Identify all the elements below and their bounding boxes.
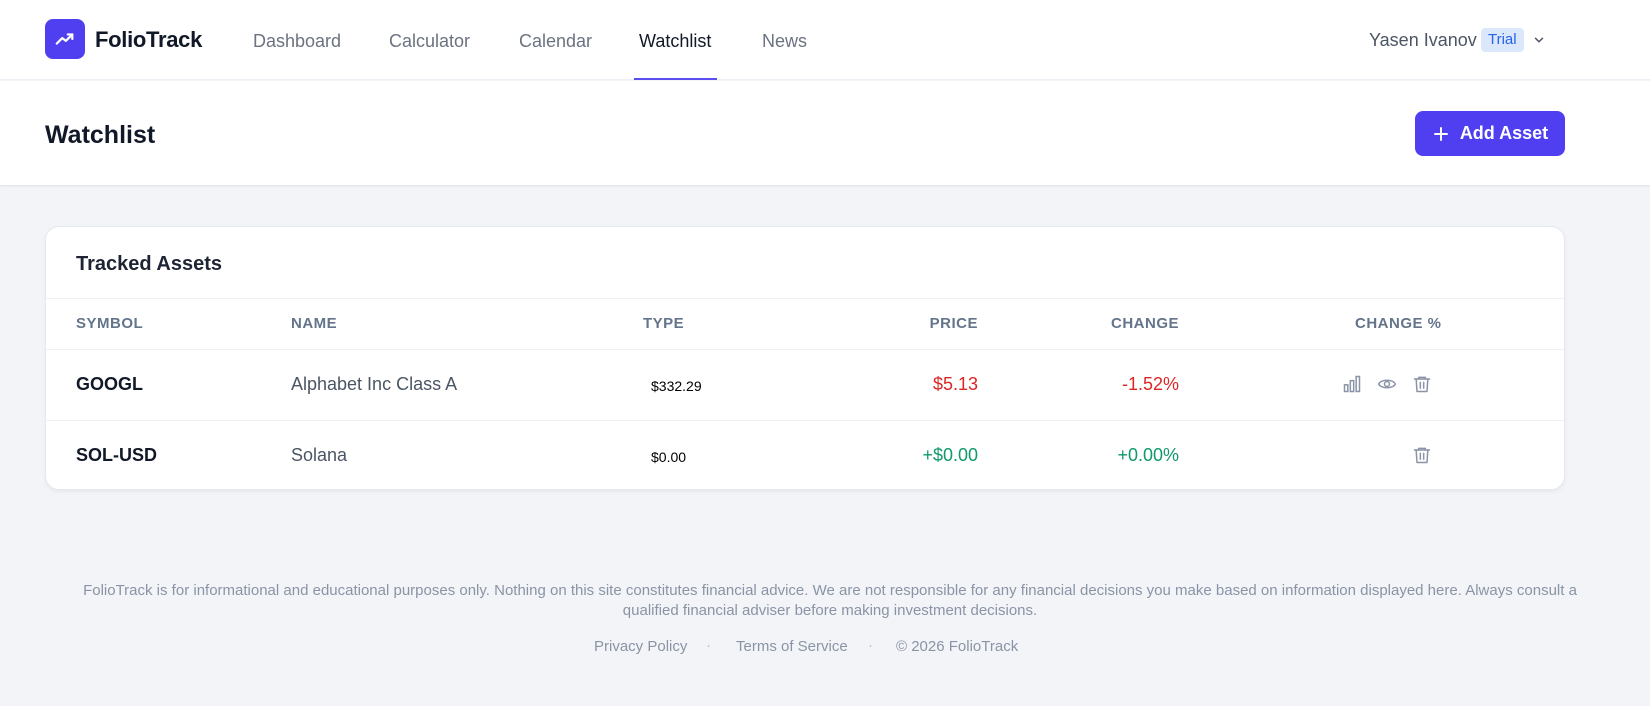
table-row[interactable]: GOOGL Alphabet Inc Class A $332.29 $5.13… xyxy=(46,349,1564,420)
page-title: Watchlist xyxy=(45,121,156,149)
terms-of-service-link[interactable]: Terms of Service xyxy=(736,638,848,655)
eye-icon[interactable] xyxy=(1377,374,1397,394)
nav-news[interactable]: News xyxy=(762,31,807,52)
brand-name[interactable]: FolioTrack xyxy=(95,27,202,53)
change-cell: +0.00% xyxy=(1117,445,1179,465)
symbol-cell: GOOGL xyxy=(76,374,143,394)
disclaimer-line: qualified financial adviser before makin… xyxy=(622,602,1038,619)
column-header-type[interactable]: TYPE xyxy=(643,315,684,332)
price-cell: +$0.00 xyxy=(922,445,978,465)
price-cell: $5.13 xyxy=(932,374,978,394)
card-title: Tracked Assets xyxy=(76,253,223,275)
column-header-price[interactable]: PRICE xyxy=(846,315,978,332)
column-header-change[interactable]: CHANGE xyxy=(1046,315,1179,332)
nav-calendar[interactable]: Calendar xyxy=(519,31,592,52)
plus-icon xyxy=(1433,126,1448,141)
trial-badge: Trial xyxy=(1481,28,1524,52)
name-cell: Alphabet Inc Class A xyxy=(291,374,458,394)
name-cell: Solana xyxy=(291,445,348,465)
copyright: © 2026 FolioTrack xyxy=(896,638,1019,655)
trend-up-icon xyxy=(55,33,74,45)
trash-icon[interactable] xyxy=(1412,445,1432,465)
footer-separator: · xyxy=(868,637,873,654)
add-asset-label: Add Asset xyxy=(1459,123,1549,143)
nav-calculator[interactable]: Calculator xyxy=(389,31,470,52)
chevron-down-icon[interactable] xyxy=(1532,33,1546,47)
app-logo[interactable] xyxy=(45,19,85,59)
column-header-change-percent[interactable]: CHANGE % xyxy=(1355,315,1442,332)
privacy-policy-link[interactable]: Privacy Policy xyxy=(594,638,687,655)
type-cell: $0.00 xyxy=(651,449,687,465)
trash-icon[interactable] xyxy=(1412,374,1432,394)
footer-separator: · xyxy=(706,637,711,654)
disclaimer: FolioTrack is for informational and educ… xyxy=(50,581,1610,621)
user-name[interactable]: Yasen Ivanov xyxy=(1369,30,1477,51)
top-navigation: FolioTrack Dashboard Calculator Calendar… xyxy=(0,0,1650,80)
column-header-name[interactable]: NAME xyxy=(291,315,337,332)
divider xyxy=(46,298,1564,299)
nav-watchlist[interactable]: Watchlist xyxy=(639,31,711,52)
table-row[interactable]: SOL-USD Solana $0.00 +$0.00 +0.00% xyxy=(46,420,1564,489)
page-header: Watchlist Add Asset xyxy=(0,81,1650,186)
tracked-assets-card: Tracked Assets SYMBOL NAME TYPE PRICE CH… xyxy=(45,226,1565,490)
symbol-cell: SOL-USD xyxy=(76,445,157,465)
change-cell: -1.52% xyxy=(1121,374,1179,394)
chart-icon[interactable] xyxy=(1342,374,1362,394)
active-tab-indicator xyxy=(634,78,717,80)
disclaimer-line: FolioTrack is for informational and educ… xyxy=(83,582,1577,599)
column-header-symbol[interactable]: SYMBOL xyxy=(76,315,143,332)
type-cell: $332.29 xyxy=(651,378,702,394)
nav-dashboard[interactable]: Dashboard xyxy=(253,31,341,52)
add-asset-button[interactable]: Add Asset xyxy=(1415,111,1565,156)
